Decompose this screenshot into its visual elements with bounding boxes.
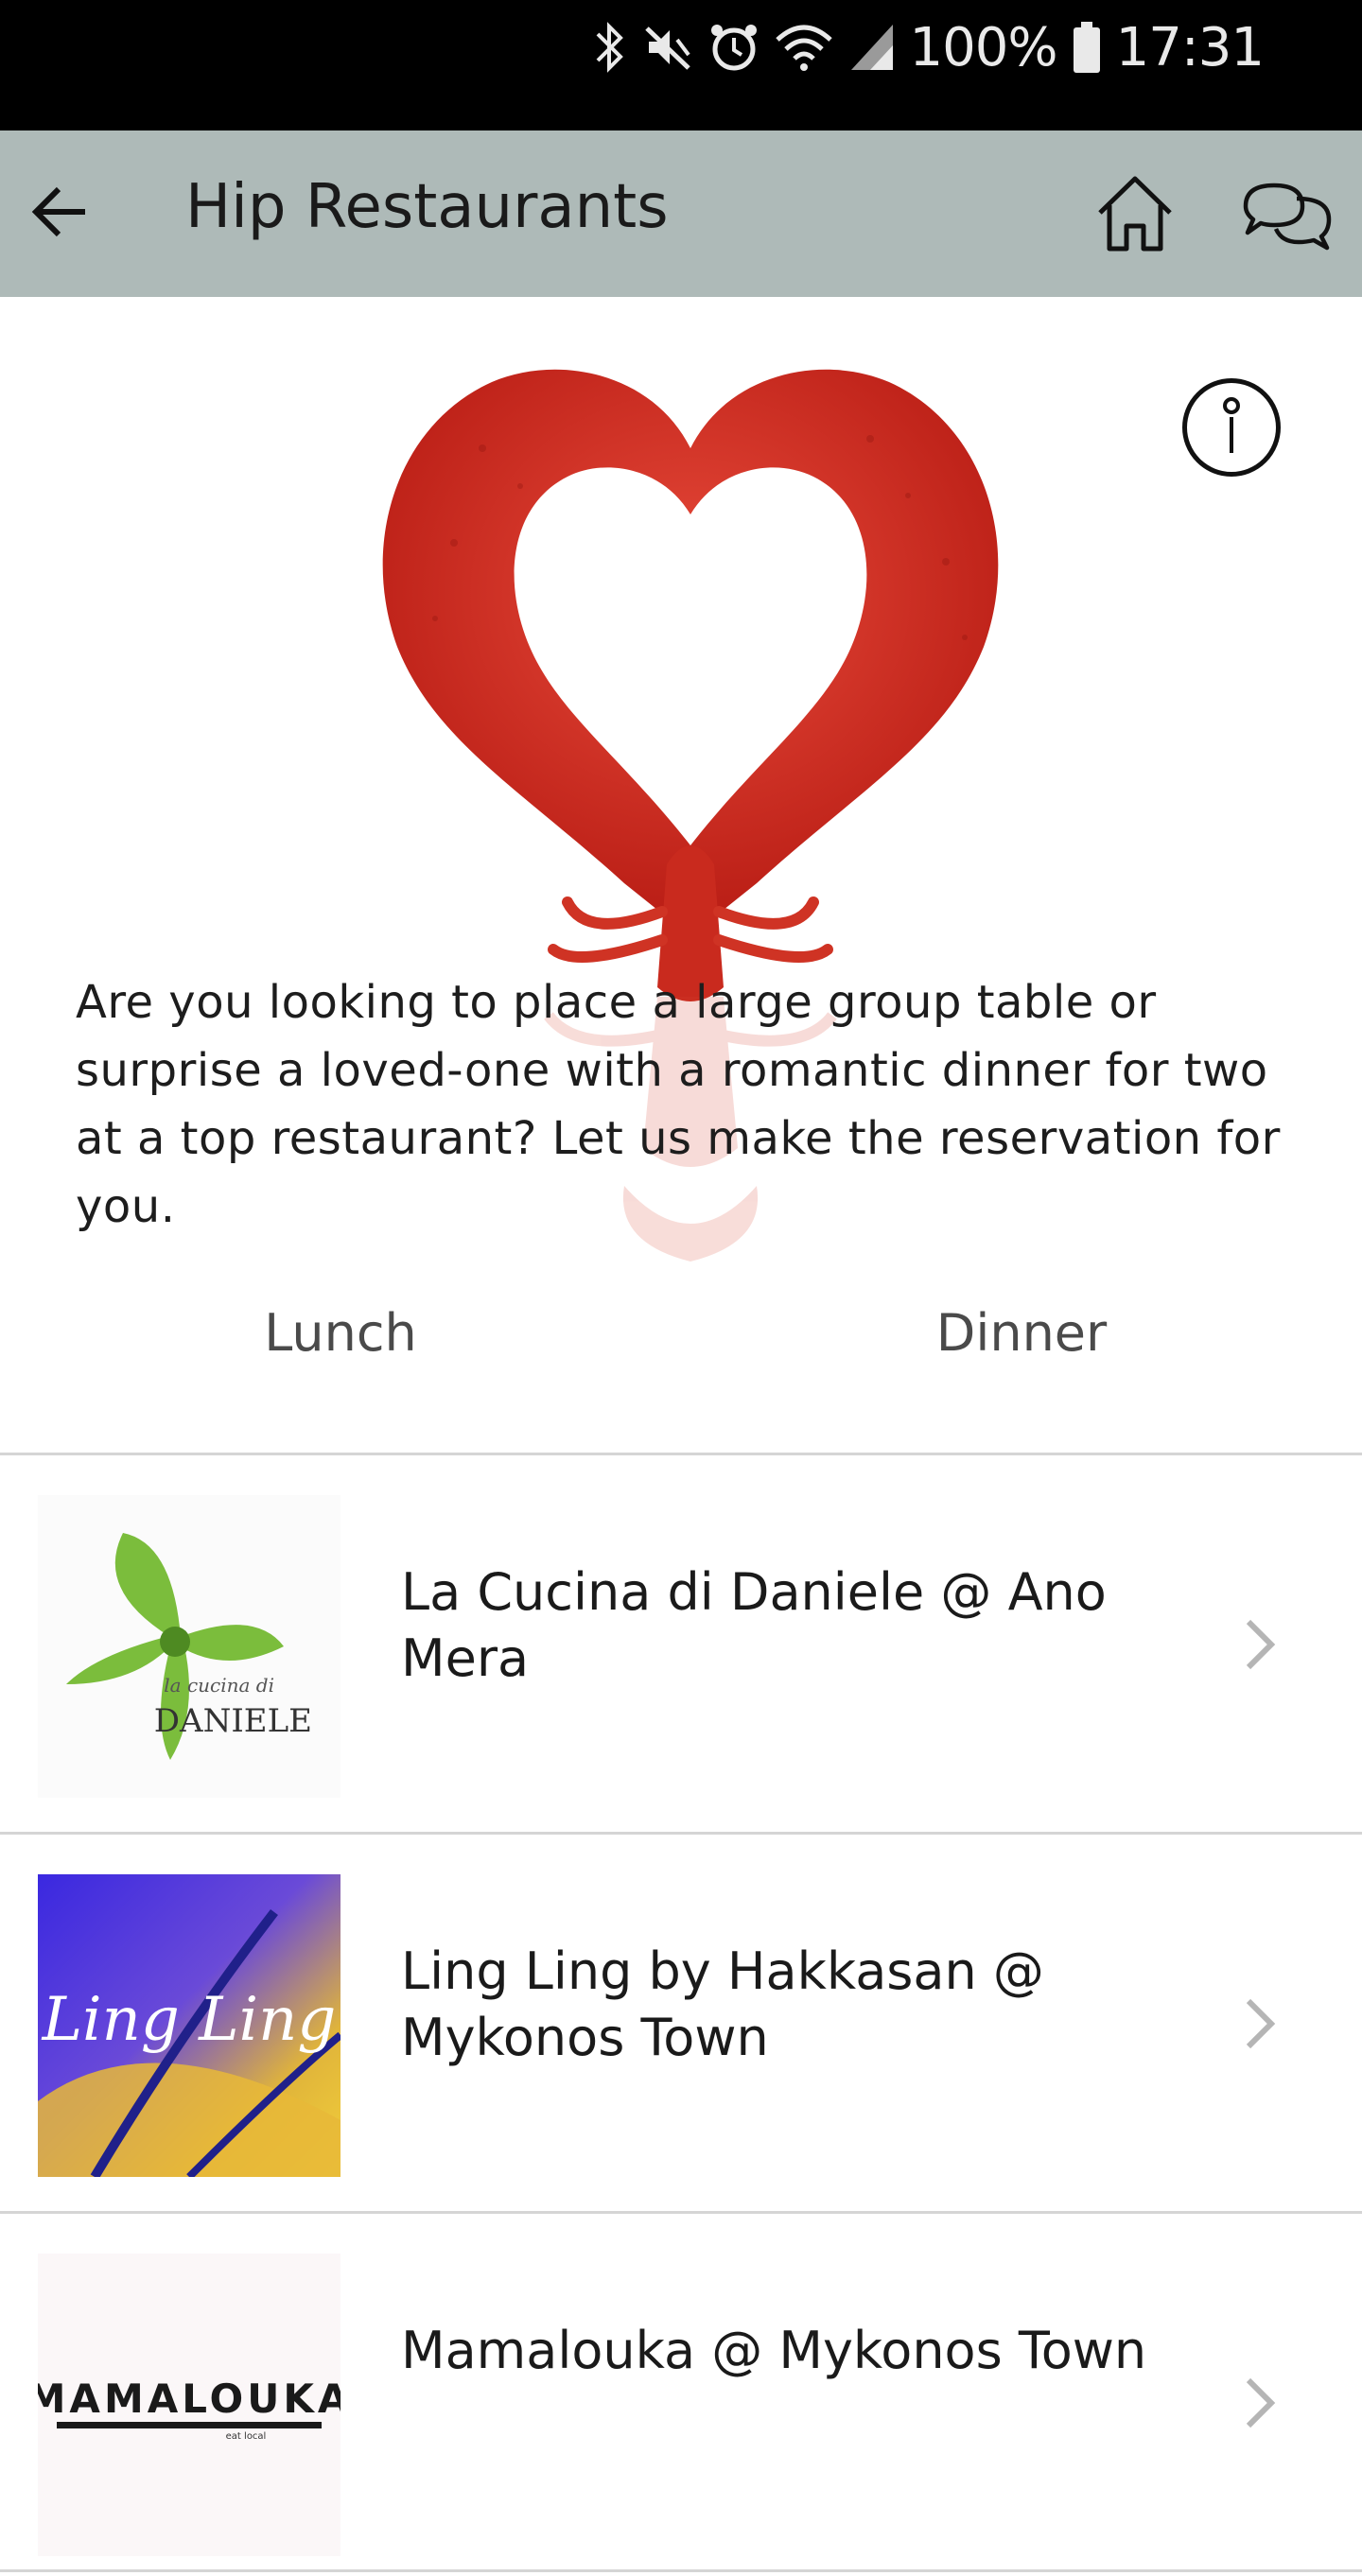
alarm-icon — [707, 21, 760, 74]
logo-script: Ling Ling — [42, 1985, 337, 2055]
status-bar: 100% 17:31 — [0, 0, 1362, 131]
tab-dinner[interactable]: Dinner — [681, 1280, 1362, 1384]
restaurant-logo-mamalouka: MAMALOUKA eat local — [38, 2254, 340, 2556]
battery-percent: 100% — [909, 16, 1058, 78]
back-button[interactable] — [23, 176, 98, 252]
restaurant-logo-lingling: Ling Ling — [38, 1874, 340, 2177]
restaurant-logo-daniele: la cucina di DANIELE — [38, 1495, 340, 1798]
wifi-icon — [774, 21, 834, 74]
info-button[interactable] — [1182, 378, 1281, 477]
logo-script: la cucina di — [164, 1674, 274, 1697]
chevron-right-icon — [1231, 2365, 1288, 2441]
app-bar: Hip Restaurants — [0, 131, 1362, 297]
home-icon — [1092, 171, 1178, 260]
list-item[interactable]: la cucina di DANIELE La Cucina di Daniel… — [0, 1455, 1362, 1834]
clock: 17:31 — [1115, 16, 1265, 78]
page-title: Hip Restaurants — [185, 172, 669, 242]
restaurant-name: La Cucina di Daniele @ Ano Mera — [401, 1562, 1107, 1688]
battery-icon — [1071, 20, 1103, 75]
restaurant-name: Mamalouka @ Mykonos Town — [401, 2321, 1147, 2380]
list-item[interactable]: MAMALOUKA eat local Mamalouka @ Mykonos … — [0, 2214, 1362, 2576]
mute-icon — [641, 21, 694, 74]
bluetooth-icon — [590, 19, 628, 76]
logo-tagline: eat local — [226, 2431, 267, 2442]
chat-button[interactable] — [1235, 172, 1339, 263]
hero-section: Are you looking to place a large group t… — [0, 297, 1362, 1453]
tab-lunch[interactable]: Lunch — [0, 1280, 681, 1384]
chevron-right-icon — [1231, 1607, 1288, 1682]
chevron-right-icon — [1231, 1986, 1288, 2062]
meal-tabs: Lunch Dinner — [0, 1280, 1362, 1384]
info-icon — [1213, 392, 1250, 462]
list-item[interactable]: Ling Ling Ling Ling by Hakkasan @ Mykono… — [0, 1835, 1362, 2213]
home-button[interactable] — [1088, 168, 1182, 263]
status-icons: 100% 17:31 — [590, 13, 1265, 81]
logo-wordmark: MAMALOUKA — [38, 2376, 340, 2422]
chat-icon — [1240, 178, 1335, 257]
signal-icon — [847, 21, 897, 74]
hero-description: Are you looking to place a large group t… — [76, 976, 1281, 1233]
restaurant-name: Ling Ling by Hakkasan @ Mykonos Town — [401, 1941, 1044, 2067]
logo-wordmark: DANIELE — [154, 1702, 312, 1740]
back-arrow-icon — [30, 182, 91, 246]
divider — [0, 2569, 1362, 2572]
